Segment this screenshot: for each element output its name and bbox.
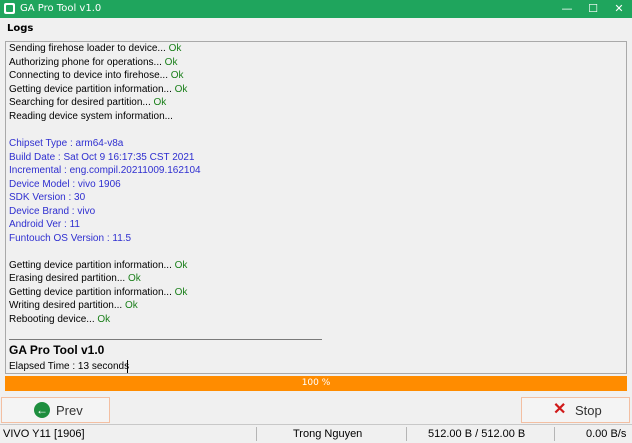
maximize-icon[interactable]: ☐ (580, 0, 606, 18)
progress-bar: 100 % (5, 376, 627, 391)
log-text: Getting device partition information... (9, 287, 172, 298)
separator-line (9, 339, 322, 340)
log-line: Searching for desired partition... Ok (9, 96, 166, 109)
log-line: Getting device partition information... … (9, 83, 187, 96)
progress-label: 100 % (301, 378, 331, 388)
minimize-icon[interactable]: — (554, 0, 580, 18)
log-status: Ok (124, 300, 138, 311)
status-user: Trong Nguyen (293, 428, 363, 440)
status-divider (256, 427, 257, 441)
status-speed: 0.00 B/s (586, 428, 627, 440)
log-line: Getting device partition information... … (9, 286, 187, 299)
log-status: Ok (127, 273, 141, 284)
device-info-line: Android Ver : 11 (9, 219, 80, 230)
log-status: Ok (170, 70, 184, 81)
log-status: Ok (174, 84, 188, 95)
log-status: Ok (174, 287, 188, 298)
log-status: Ok (168, 43, 182, 54)
arrow-left-icon: ← (34, 402, 50, 418)
log-text: Searching for desired partition... (9, 97, 151, 108)
device-info-line: SDK Version : 30 (9, 192, 86, 203)
log-text: Reading device system information... (9, 111, 173, 122)
prev-label: Prev (56, 403, 83, 418)
log-line: Connecting to device into firehose... Ok (9, 69, 184, 82)
device-info-line: Chipset Type : arm64-v8a (9, 138, 124, 149)
logs-header: Logs (0, 18, 632, 40)
log-status: Ok (97, 314, 111, 325)
device-info-line: Device Brand : vivo (9, 206, 96, 217)
log-text: Authorizing phone for operations... (9, 57, 162, 68)
close-x-icon: ✕ (553, 401, 567, 418)
log-line: Writing desired partition... Ok (9, 299, 138, 312)
elapsed-time: Elapsed Time : 13 seconds (9, 361, 130, 372)
log-text: Writing desired partition... (9, 300, 123, 311)
log-status: Ok (174, 260, 188, 271)
status-divider (554, 427, 555, 441)
log-line: Reading device system information... (9, 110, 173, 123)
log-text: Rebooting device... (9, 314, 95, 325)
log-text: Getting device partition information... (9, 260, 172, 271)
log-status: Ok (153, 97, 167, 108)
device-info-line: Build Date : Sat Oct 9 16:17:35 CST 2021 (9, 152, 195, 163)
status-divider (406, 427, 407, 441)
logs-label: Logs (7, 23, 34, 34)
close-icon[interactable]: ✕ (606, 0, 632, 18)
device-info-line: Device Model : vivo 1906 (9, 179, 121, 190)
status-device: VIVO Y11 [1906] (3, 428, 85, 440)
log-status: Ok (164, 57, 178, 68)
summary-heading: GA Pro Tool v1.0 (9, 343, 105, 357)
device-info-line: Incremental : eng.compil.20211009.162104 (9, 165, 201, 176)
log-line: Getting device partition information... … (9, 259, 187, 272)
device-info-line: Funtouch OS Version : 11.5 (9, 233, 132, 244)
title-bar: GA Pro Tool v1.0 — ☐ ✕ (0, 0, 632, 18)
status-transfer: 512.00 B / 512.00 B (428, 428, 526, 440)
log-panel[interactable]: Sending firehose loader to device... Ok … (5, 41, 627, 374)
app-icon (4, 3, 15, 14)
stop-button[interactable]: ✕ Stop (521, 397, 630, 423)
log-line: Sending firehose loader to device... Ok (9, 42, 181, 55)
stop-label: Stop (575, 403, 602, 418)
log-line: Authorizing phone for operations... Ok (9, 56, 177, 69)
prev-button[interactable]: ← Prev (1, 397, 110, 423)
text-caret (127, 360, 128, 373)
log-line: Rebooting device... Ok (9, 313, 110, 326)
log-text: Erasing desired partition... (9, 273, 126, 284)
status-bar: VIVO Y11 [1906] Trong Nguyen 512.00 B / … (0, 424, 632, 443)
log-text: Getting device partition information... (9, 84, 172, 95)
window-title: GA Pro Tool v1.0 (20, 3, 102, 14)
log-text: Connecting to device into firehose... (9, 70, 168, 81)
log-line: Erasing desired partition... Ok (9, 272, 141, 285)
log-text: Sending firehose loader to device... (9, 43, 166, 54)
